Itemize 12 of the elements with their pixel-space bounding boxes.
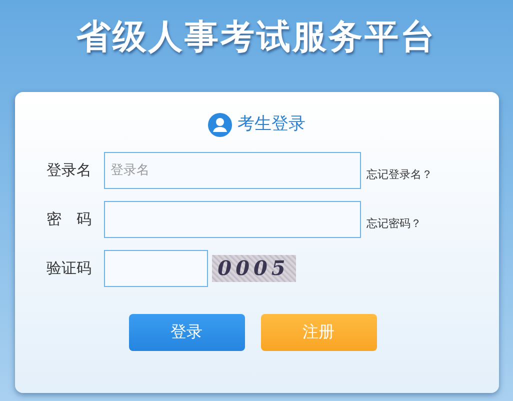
forgot-link[interactable]: 忘记密码？: [366, 216, 422, 232]
captcha-field[interactable]: [104, 250, 208, 286]
captcha-image: 0005: [212, 254, 296, 282]
field-label: 登录名: [46, 160, 92, 181]
page-title: 省级人事考试服务平台: [76, 16, 436, 59]
login-heading: 考生登录: [238, 113, 306, 136]
user-icon: [208, 112, 232, 137]
field-label: 验证码: [46, 258, 92, 279]
password-field[interactable]: [104, 200, 360, 238]
forgot-link[interactable]: 忘记登录名？: [366, 166, 432, 184]
field-label: 密 码: [46, 208, 92, 230]
username-field[interactable]: 登录名: [104, 152, 360, 188]
